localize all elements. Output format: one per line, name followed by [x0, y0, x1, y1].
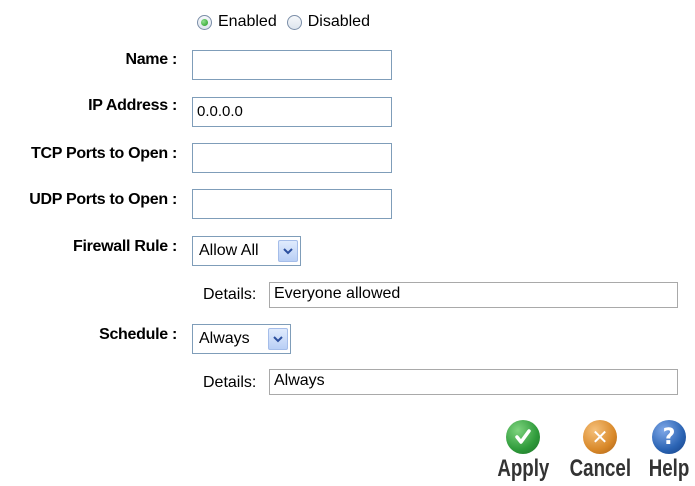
cancel-button[interactable]: ✕ Cancel: [562, 420, 638, 483]
enabled-radio[interactable]: [197, 14, 212, 30]
help-button[interactable]: ? Help: [643, 420, 695, 483]
schedule-select[interactable]: Always: [192, 324, 291, 354]
schedule-label: Schedule :: [99, 326, 177, 343]
chevron-down-icon[interactable]: [278, 240, 298, 262]
disabled-radio[interactable]: [286, 14, 302, 30]
firewall-details-label: Details:: [203, 286, 257, 303]
firewall-rule-selected: Allow All: [199, 242, 259, 259]
status-radio-group: Enabled Disabled: [197, 10, 380, 34]
firewall-rule-label: Firewall Rule :: [73, 238, 177, 255]
help-label: Help: [648, 455, 690, 482]
schedule-details-label: Details:: [203, 374, 257, 391]
schedule-details-value: Always: [269, 369, 678, 395]
udp-ports-input[interactable]: [192, 189, 392, 219]
cancel-label: Cancel: [569, 455, 631, 482]
checkmark-icon: [506, 420, 540, 454]
firewall-rule-select[interactable]: Allow All: [192, 236, 301, 266]
firewall-details-value: Everyone allowed: [269, 282, 678, 308]
disabled-radio-label[interactable]: Disabled: [308, 13, 370, 31]
tcp-ports-label: TCP Ports to Open :: [30, 145, 177, 162]
schedule-selected: Always: [199, 330, 250, 347]
ip-address-input[interactable]: 0.0.0.0: [192, 97, 392, 127]
ip-address-label: IP Address :: [88, 97, 177, 114]
enabled-radio-label[interactable]: Enabled: [218, 13, 277, 31]
apply-button[interactable]: Apply: [488, 420, 558, 483]
x-icon: ✕: [583, 420, 617, 454]
chevron-down-icon[interactable]: [268, 328, 288, 350]
tcp-ports-input[interactable]: [192, 143, 392, 173]
name-label: Name :: [125, 51, 177, 68]
apply-label: Apply: [496, 455, 549, 482]
question-mark-icon: ?: [652, 420, 686, 454]
udp-ports-label: UDP Ports to Open :: [29, 191, 177, 208]
name-input[interactable]: [192, 50, 392, 80]
